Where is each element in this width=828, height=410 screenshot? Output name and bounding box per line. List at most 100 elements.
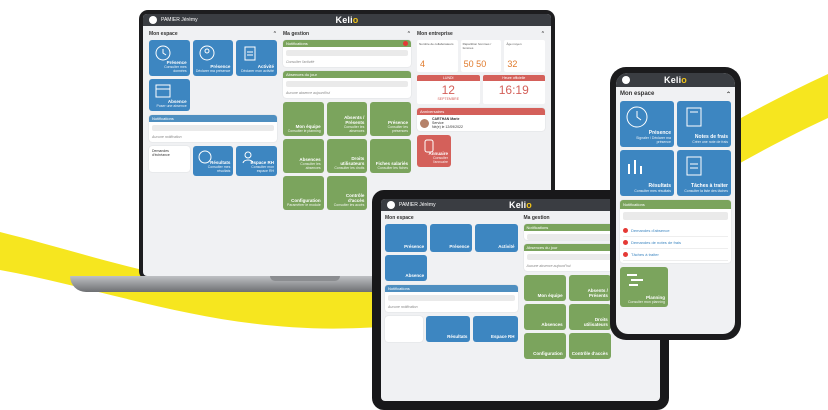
tile-activite[interactable]: Activité xyxy=(475,224,518,252)
user-avatar[interactable] xyxy=(149,16,157,24)
birthday-date: Né(e) le 12/09/2022 xyxy=(432,125,463,129)
notification-entry[interactable]: Consulter l'activité xyxy=(283,59,411,67)
user-name[interactable]: PAMIER Jérémy xyxy=(399,202,436,208)
tile-absences[interactable]: Absences xyxy=(523,304,566,330)
clipboard-icon xyxy=(686,156,702,176)
tile-espace-rh[interactable]: Espace RH Consulter mon espace RH xyxy=(236,146,278,176)
tile-activite[interactable]: Activité Déclarer mon activité xyxy=(236,40,277,76)
top-bar: PAMIER Jérémy Kelio xyxy=(143,14,551,26)
gauge-icon xyxy=(198,150,212,164)
collapse-icon[interactable]: ⌃ xyxy=(726,91,731,98)
list-item[interactable]: Demandes d'absence xyxy=(623,225,728,237)
tile-presence[interactable]: Présence xyxy=(385,224,428,252)
brand-logo: Kelio xyxy=(508,200,533,210)
column-title: Ma gestion xyxy=(523,215,550,221)
tile-presence-declare[interactable]: Présence xyxy=(430,224,473,252)
panel-title: Absences du jour xyxy=(526,245,558,250)
chart-icon xyxy=(628,160,642,174)
tile-absents-presents[interactable]: Absents / Présents xyxy=(568,275,611,301)
tile-absents-presents[interactable]: Absents / Présents Consulter les absences xyxy=(326,102,368,136)
list-item[interactable]: Demandes de notes de frais xyxy=(623,237,728,249)
echeance-card[interactable]: Demandes d'échéance xyxy=(149,146,190,172)
panel-title: Notifications xyxy=(623,202,645,207)
column-title: Mon espace xyxy=(620,91,655,97)
gestion-notifications-panel: Notifications Consulter l'activité xyxy=(283,40,411,67)
alert-dot xyxy=(403,41,408,46)
notifications-search[interactable] xyxy=(152,125,274,131)
tile-presence-team[interactable]: Présence Consulter les présences xyxy=(370,102,411,136)
search-field[interactable] xyxy=(388,295,515,301)
phone-icon xyxy=(424,139,434,153)
empty-text: Aucune notification xyxy=(388,305,418,309)
list-item[interactable]: Tâches à traiter xyxy=(623,249,728,261)
clock-icon xyxy=(626,106,648,128)
column-title: Mon entreprise xyxy=(417,31,453,37)
panel-title: Notifications xyxy=(286,41,308,46)
collapse-icon[interactable]: ⌃ xyxy=(273,31,277,37)
collapse-icon[interactable]: ⌃ xyxy=(407,31,411,37)
tile-absence[interactable]: Absence xyxy=(385,255,428,281)
absences-panel: Absences du jour Aucune absence aujourd'… xyxy=(283,71,411,98)
gantt-icon xyxy=(627,274,643,286)
gestion-search[interactable] xyxy=(286,50,408,56)
panel-title: Notifications xyxy=(526,225,549,230)
mon-entreprise-column: Mon entreprise ⌃ Nombre de collaborateurs… xyxy=(417,31,546,210)
column-title: Mon espace xyxy=(385,215,414,221)
time-card: Heure officielle 16:19 xyxy=(482,75,545,104)
tile-droits[interactable]: Droits utilisateurs xyxy=(568,304,611,330)
tile-planning[interactable]: Planning Consulter mon planning xyxy=(620,267,668,307)
tile-controle-acces[interactable]: Contrôle d'accès xyxy=(568,333,611,359)
laptop-notch xyxy=(270,276,340,281)
notifications-panel: Notifications Demandes d'absence Demande… xyxy=(620,200,731,263)
date-card: LUNDI 12 SEPTEMBRE xyxy=(417,75,480,104)
notifications-title: Notifications xyxy=(152,116,174,121)
tile-presence[interactable]: Présence Signaler / Déclarer ma présence xyxy=(620,101,674,147)
panel-title: Absences du jour xyxy=(286,72,317,77)
user-avatar[interactable] xyxy=(387,201,395,209)
brand-logo: Kelio xyxy=(663,75,688,85)
absences-empty: Aucune absence aujourd'hui xyxy=(286,91,331,95)
calculator-icon xyxy=(686,107,702,127)
person-avatar xyxy=(420,118,429,128)
column-title: Mon espace xyxy=(149,31,178,37)
phone-screen: Kelio Mon espace ⌃ Présence Signaler / Déc… xyxy=(616,73,735,334)
mon-espace-column: Mon espace ⌃ Présence Consulter mes donnée… xyxy=(149,31,278,210)
phone-device: Kelio Mon espace ⌃ Présence Signaler / Déc… xyxy=(610,67,741,340)
notifications-empty: Aucune notification xyxy=(152,135,182,139)
tile-presence[interactable]: Présence Consulter mes données xyxy=(149,40,190,76)
user-avatar[interactable] xyxy=(622,76,630,84)
tile-espace-rh[interactable]: Espace RH xyxy=(473,316,518,342)
absences-search[interactable] xyxy=(286,81,408,87)
tile-taches[interactable]: Tâches à traiter Consulter la liste des t… xyxy=(677,150,731,196)
birthdays-panel: Anniversaires CARTHAN Marie Service Né(e) … xyxy=(417,108,545,131)
search-field[interactable] xyxy=(623,212,728,220)
echeance-card[interactable] xyxy=(385,316,424,342)
tile-droits[interactable]: Droits utilisateurs Consulter les droits xyxy=(326,139,368,173)
tile-configuration[interactable]: Configuration xyxy=(523,333,566,359)
kpi-repartition: Répartition hommes / femmes 50 50 xyxy=(460,40,502,72)
tile-controle-acces[interactable]: Contrôle d'accès Consulter les accès xyxy=(326,176,368,210)
tile-notes-frais[interactable]: Notes de frais Créer une note de frais xyxy=(677,101,731,147)
user-name[interactable]: PAMIER Jérémy xyxy=(161,17,198,23)
brand-logo: Kelio xyxy=(335,15,359,25)
tile-fiches-salaries[interactable]: Fiches salariés Consulter les fiches xyxy=(370,139,411,173)
tile-presence-declare[interactable]: Présence Déclarer ma présence xyxy=(192,40,234,76)
ma-gestion-column: Ma gestion ⌃ Notifications Consulter l'ac… xyxy=(283,31,411,210)
tile-absences[interactable]: Absences Consulter les absences xyxy=(283,139,324,173)
kpi-age: Âge moyen 32 xyxy=(504,40,546,72)
column-title: Ma gestion xyxy=(283,31,310,37)
team-icon xyxy=(199,45,215,61)
panel-title: Anniversaires xyxy=(420,109,445,114)
tile-mon-equipe[interactable]: Mon équipe xyxy=(523,275,566,301)
clock-icon xyxy=(155,45,171,61)
notifications-panel: Notifications Aucune notification xyxy=(149,115,277,142)
tile-annuaire[interactable]: Annuaire Consulter l'annuaire xyxy=(417,135,451,167)
tile-resultats[interactable]: Résultats Consulter mes résultats xyxy=(620,150,674,196)
tile-configuration[interactable]: Configuration Paramétrer le module xyxy=(283,176,324,210)
clipboard-icon xyxy=(244,46,256,61)
tile-resultats[interactable]: Résultats Consulter mes résultats xyxy=(192,146,234,176)
collapse-icon[interactable]: ⌃ xyxy=(541,31,545,37)
tile-mon-equipe[interactable]: Mon équipe Consulter le planning xyxy=(283,102,324,136)
tile-absence[interactable]: Absence Poser une absence xyxy=(149,79,190,111)
tile-resultats[interactable]: Résultats xyxy=(426,316,471,342)
